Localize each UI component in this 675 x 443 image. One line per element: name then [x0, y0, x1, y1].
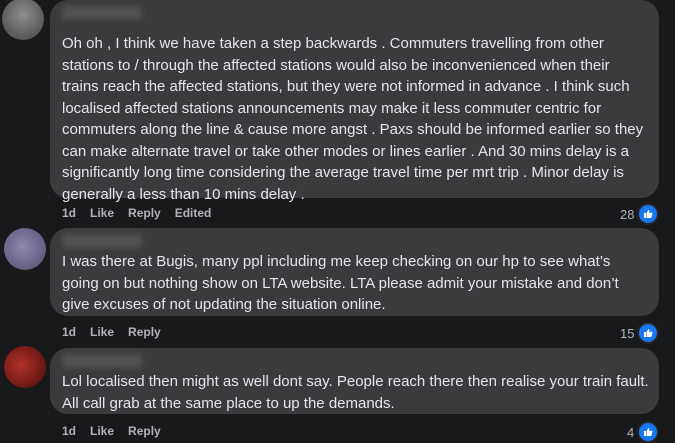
like-button[interactable]: Like — [90, 206, 114, 220]
avatar[interactable] — [4, 228, 46, 270]
avatar[interactable] — [4, 346, 46, 388]
reaction-count[interactable]: 4 — [627, 421, 660, 443]
like-button[interactable]: Like — [90, 424, 114, 438]
reply-button[interactable]: Reply — [128, 424, 161, 438]
comment-text: Oh oh , I think we have taken a step bac… — [62, 35, 644, 203]
avatar[interactable] — [2, 0, 44, 40]
comment-age[interactable]: 1d — [62, 325, 76, 339]
comment-bubble: Oh oh , I think we have taken a step bac… — [50, 0, 659, 203]
comment-text: I was there at Bugis, many ppl including… — [62, 253, 619, 313]
edited-label[interactable]: Edited — [175, 206, 212, 220]
like-thumb-icon — [637, 203, 660, 225]
comment-age[interactable]: 1d — [62, 424, 76, 438]
comment-text: Lol localised then might as well dont sa… — [62, 373, 649, 412]
comment-actions: 1d Like Reply — [62, 325, 161, 339]
reaction-count[interactable]: 15 — [620, 322, 660, 344]
comment-author[interactable] — [62, 354, 142, 368]
reaction-count-value: 15 — [620, 325, 635, 341]
like-button[interactable]: Like — [90, 325, 114, 339]
comment-bubble: Lol localised then might as well dont sa… — [50, 348, 659, 414]
comment-age[interactable]: 1d — [62, 206, 76, 220]
comment-bubble: I was there at Bugis, many ppl including… — [50, 228, 659, 316]
reaction-count-value: 28 — [620, 206, 635, 222]
reply-button[interactable]: Reply — [128, 206, 161, 220]
reaction-count[interactable]: 28 — [620, 203, 660, 225]
comment-actions: 1d Like Reply Edited — [62, 206, 211, 220]
comment-author[interactable] — [62, 234, 142, 248]
reply-button[interactable]: Reply — [128, 325, 161, 339]
comment-actions: 1d Like Reply — [62, 424, 161, 438]
like-thumb-icon — [637, 421, 660, 443]
reaction-count-value: 4 — [627, 424, 635, 440]
like-thumb-icon — [637, 322, 660, 344]
comment-author[interactable] — [62, 6, 142, 20]
